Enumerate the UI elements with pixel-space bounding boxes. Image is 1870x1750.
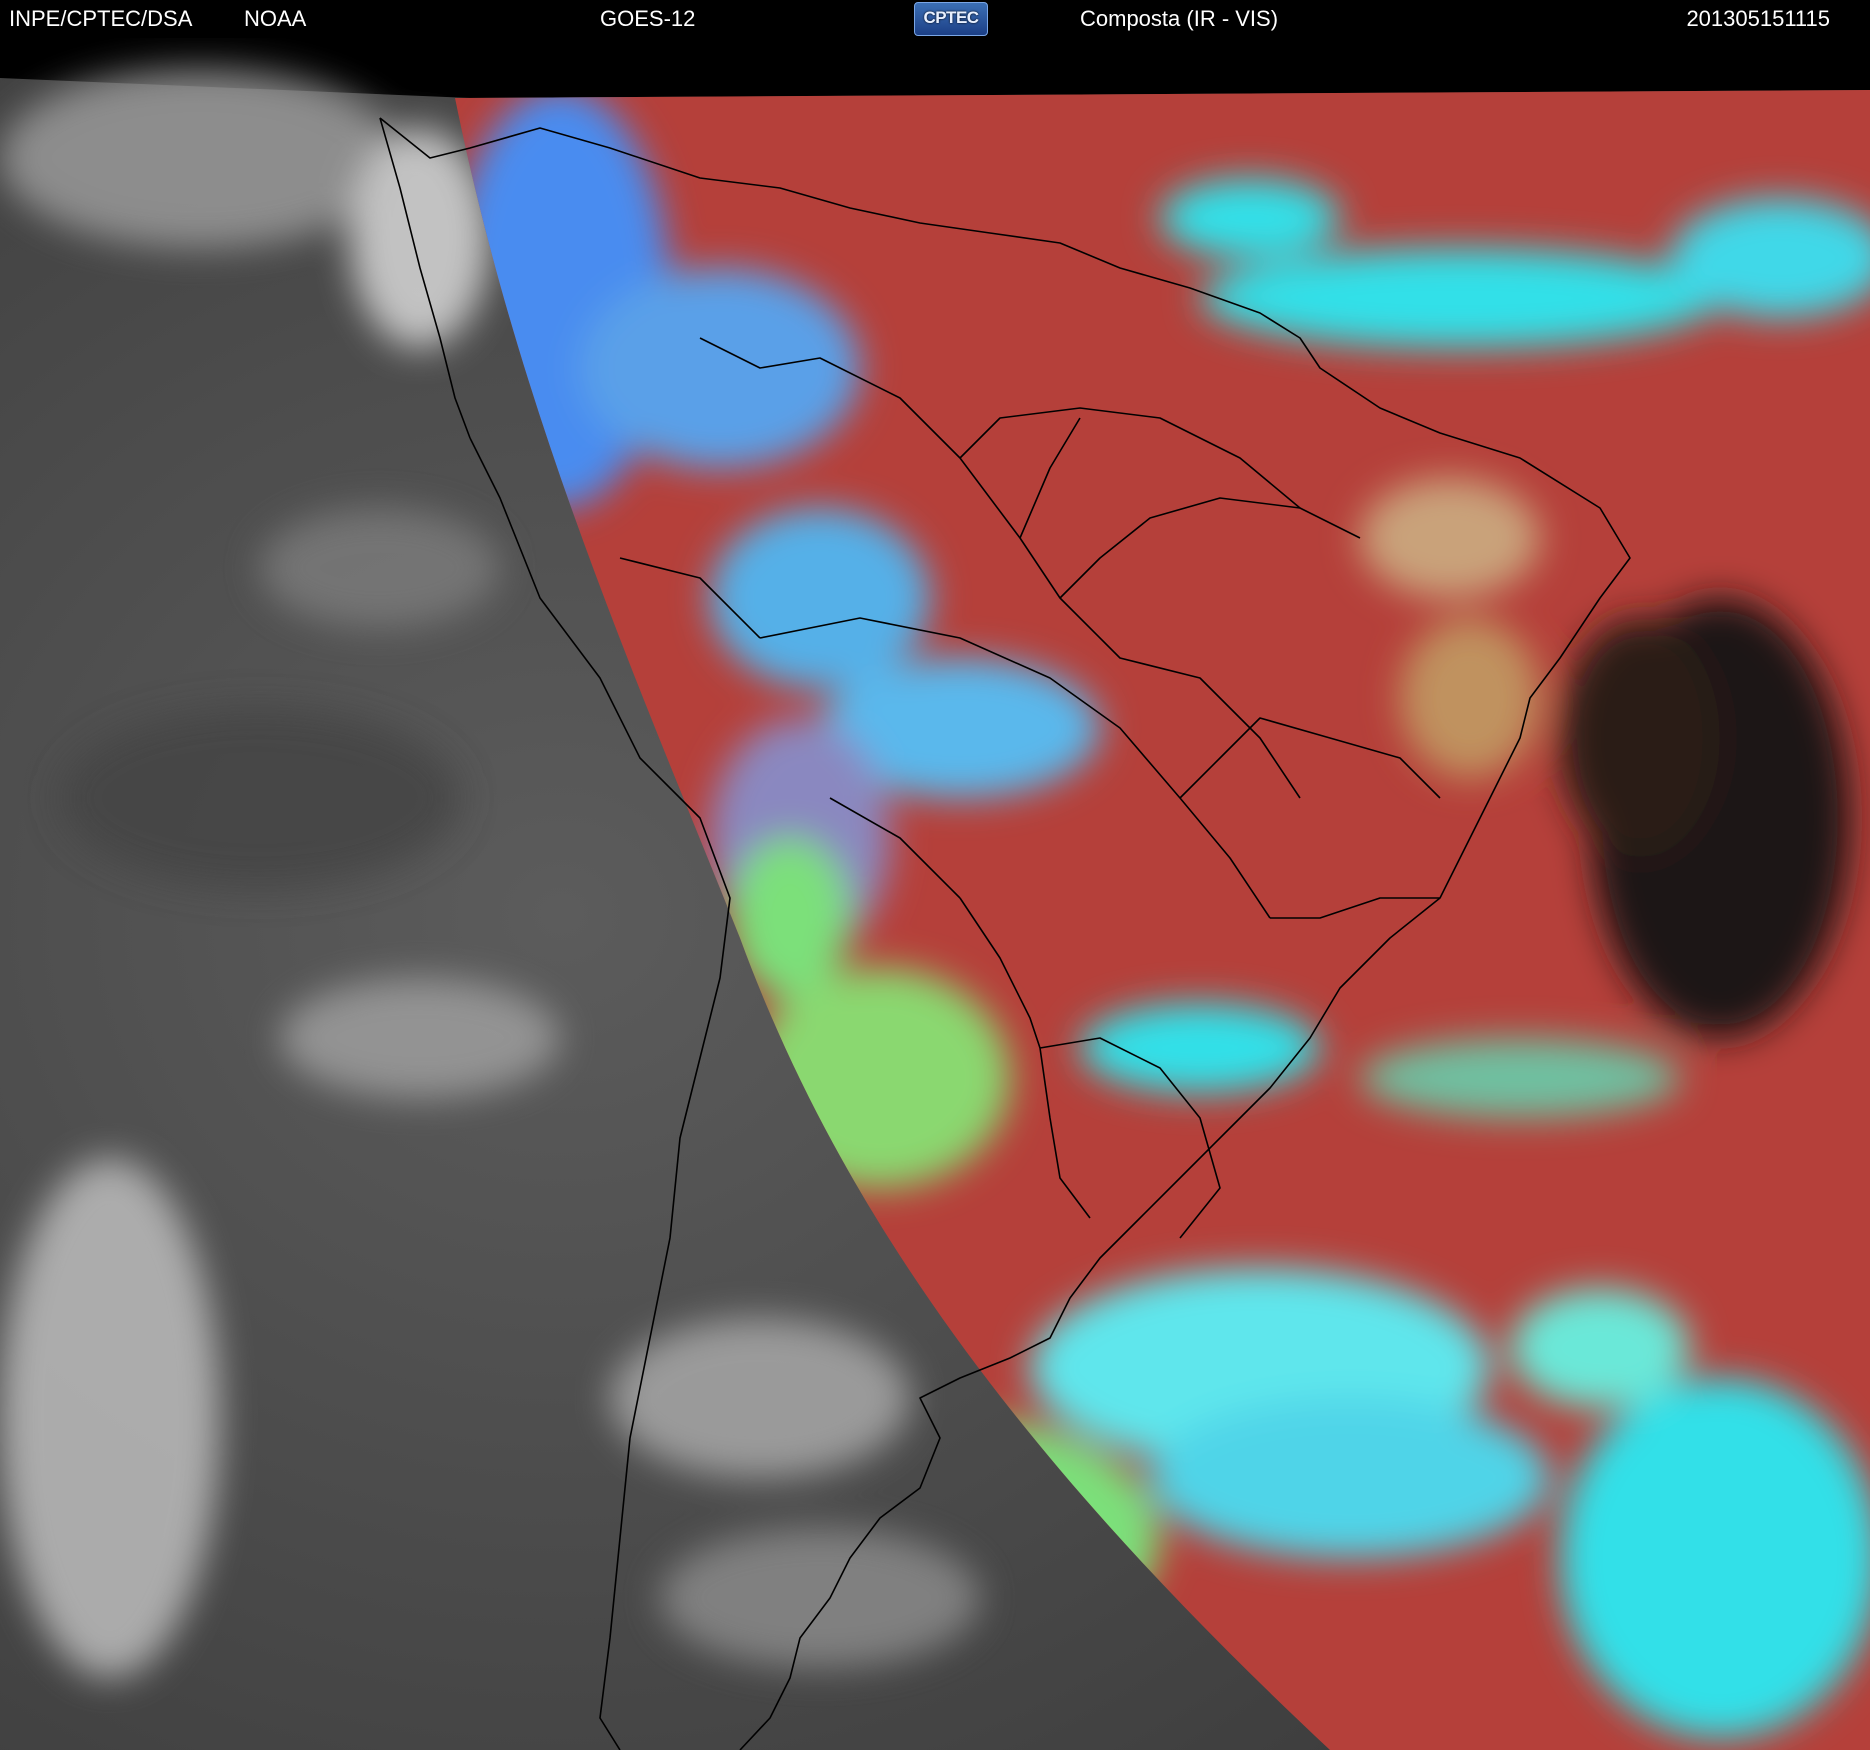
org-label: INPE/CPTEC/DSA — [9, 6, 193, 31]
cptec-logo: CPTEC — [914, 2, 988, 36]
timestamp-label: 201305151115 — [1686, 6, 1830, 31]
partner-label: NOAA — [244, 6, 307, 31]
logo-text: CPTEC — [923, 8, 979, 27]
product-label: Composta (IR - VIS) — [1080, 6, 1279, 31]
satellite-composite-image — [0, 38, 1870, 1750]
header-bar: INPE/CPTEC/DSA NOAA GOES-12 CPTEC Compos… — [0, 0, 1870, 38]
satellite-label: GOES-12 — [600, 6, 696, 31]
